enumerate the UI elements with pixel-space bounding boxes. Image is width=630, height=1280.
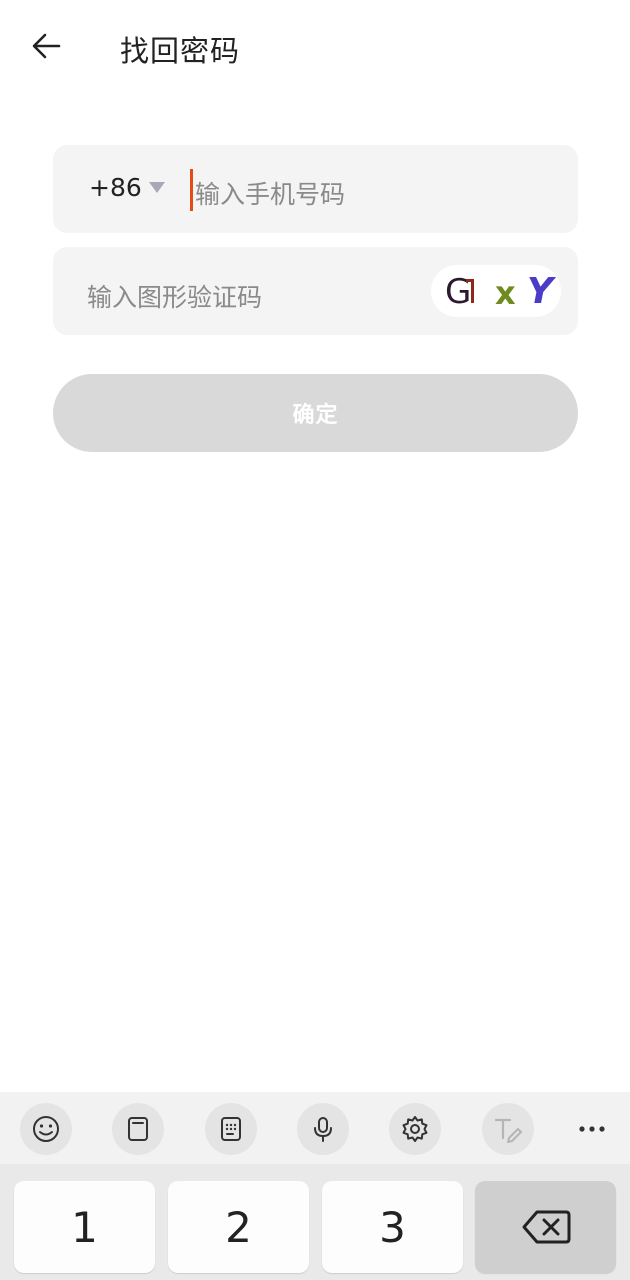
text-cursor — [190, 169, 193, 211]
numeric-keyboard: 1 2 3 — [0, 1164, 630, 1280]
top-bar: 找回密码 — [0, 0, 630, 96]
more-button[interactable] — [566, 1103, 618, 1155]
captcha-graphic: G x Y — [445, 271, 557, 312]
backspace-icon — [522, 1210, 570, 1244]
captcha-image[interactable]: G x Y — [431, 265, 561, 317]
country-code-selector[interactable]: +86 — [89, 173, 142, 202]
key-3[interactable]: 3 — [322, 1181, 463, 1273]
phone-input[interactable]: 输入手机号码 — [195, 175, 345, 211]
handwriting-button[interactable] — [482, 1103, 534, 1155]
emoji-icon — [33, 1116, 59, 1142]
key-2[interactable]: 2 — [168, 1181, 309, 1273]
more-icon — [579, 1126, 605, 1132]
keypad-button[interactable] — [205, 1103, 257, 1155]
microphone-icon — [314, 1117, 332, 1142]
phone-field[interactable]: +86 输入手机号码 — [53, 145, 578, 233]
svg-text:x: x — [495, 274, 516, 312]
voice-input-button[interactable] — [297, 1103, 349, 1155]
delete-key[interactable] — [475, 1181, 616, 1273]
emoji-button[interactable] — [20, 1103, 72, 1155]
handwriting-icon — [494, 1118, 522, 1143]
caret-down-icon[interactable] — [149, 182, 165, 194]
key-1[interactable]: 1 — [14, 1181, 155, 1273]
settings-icon — [402, 1116, 428, 1142]
keyboard-toolbar — [0, 1092, 630, 1164]
captcha-input[interactable]: 输入图形验证码 — [87, 278, 262, 314]
back-button[interactable] — [26, 26, 66, 66]
svg-text:Y: Y — [527, 271, 557, 312]
clipboard-icon — [128, 1117, 148, 1141]
keypad-icon — [221, 1117, 241, 1141]
svg-text:G: G — [445, 272, 471, 312]
arrow-left-icon — [32, 33, 61, 59]
keyboard-settings-button[interactable] — [389, 1103, 441, 1155]
clipboard-button[interactable] — [112, 1103, 164, 1155]
page-title: 找回密码 — [120, 34, 241, 68]
captcha-field[interactable]: 输入图形验证码 G x Y — [53, 247, 578, 335]
confirm-button[interactable]: 确定 — [53, 374, 578, 452]
